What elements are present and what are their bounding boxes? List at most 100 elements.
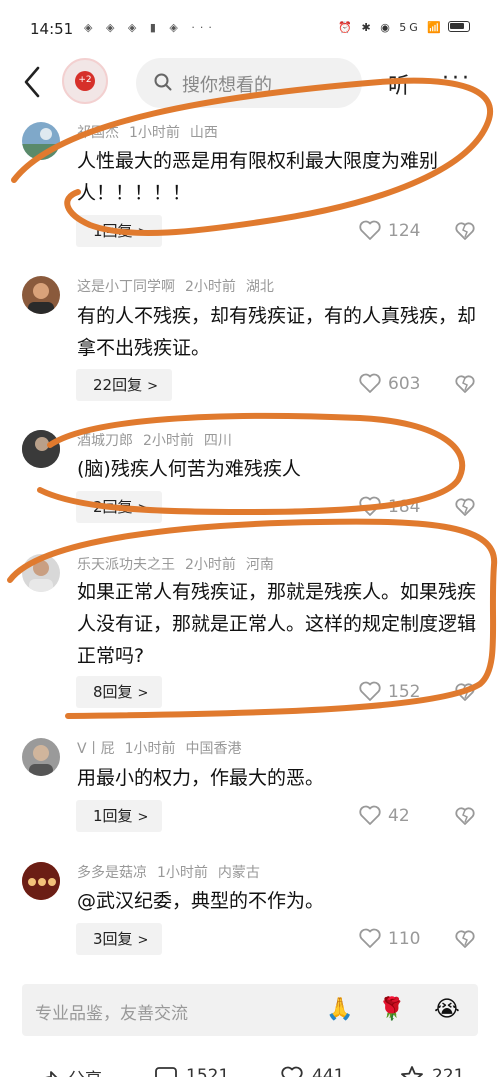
comment-location: 内蒙古 (217, 865, 260, 881)
like-button[interactable]: 152 (358, 679, 420, 705)
avatar[interactable] (22, 276, 60, 314)
reply-count: 3回复 (93, 930, 133, 948)
praying-hands-emoji-icon[interactable]: 🙏 (325, 995, 355, 1025)
chevron-right-icon: > (137, 810, 149, 825)
comment-text: 如果正常人有残疾证，那就是残疾人。如果残疾人没有证，那就是正常人。这样的规定制度… (77, 581, 477, 667)
rose-emoji-icon[interactable]: 🌹 (377, 995, 407, 1025)
dislike-icon[interactable] (454, 496, 476, 518)
avatar[interactable] (22, 554, 60, 592)
likes-button[interactable]: 441 (280, 1065, 344, 1077)
comment-text: 用最小的权力，作最大的恶。 (77, 767, 325, 789)
heart-icon (359, 928, 381, 948)
battery-icon (448, 21, 470, 32)
comment-meta: 酒城刀郎 2小时前 四川 (77, 430, 242, 450)
heart-icon (281, 1066, 303, 1077)
share-icon (45, 1071, 58, 1077)
hot-badge-avatar[interactable]: +2 (62, 58, 108, 104)
dislike-icon[interactable] (454, 373, 476, 395)
share-label: 分享 (68, 1070, 102, 1077)
comment-text: @武汉纪委，典型的不作为。 (77, 890, 325, 912)
crying-face-emoji-icon[interactable]: 😭 (432, 995, 462, 1025)
search-input[interactable]: 搜你想看的 (136, 58, 362, 108)
comment-time: 2小时前 (185, 279, 236, 295)
reply-button[interactable]: 1回复 > (76, 215, 163, 247)
chevron-right-icon: > (137, 933, 149, 948)
comment-text: 人性最大的恶是用有限权利最大限度为难别人！！！！！ (77, 150, 439, 204)
comment-username[interactable]: 多多是菇凉 (77, 865, 147, 881)
dislike-icon[interactable] (454, 220, 476, 242)
comment-location: 四川 (203, 433, 232, 449)
favorite-button[interactable]: 221 (400, 1065, 464, 1077)
like-count: 603 (388, 374, 421, 394)
heart-icon (359, 805, 381, 825)
like-button[interactable]: 184 (358, 494, 420, 520)
comment-time: 2小时前 (185, 557, 236, 573)
dislike-icon[interactable] (454, 928, 476, 950)
comment-text: (脑)残疾人何苦为难残疾人 (77, 458, 301, 480)
comment-username[interactable]: 酒城刀郎 (77, 433, 133, 449)
notification-icons: ◈ ◈ ◈ ▮ ◈ ··· (84, 21, 217, 34)
comment-meta: 祁国杰 1小时前 山西 (77, 122, 228, 142)
like-count: 152 (388, 682, 421, 702)
hot-badge-label: +2 (78, 75, 92, 85)
bottom-action-bar: 分享 1521 441 221 (0, 1048, 500, 1077)
heart-icon (359, 681, 381, 701)
comment-meta: 乐天派功夫之王 2小时前 河南 (77, 554, 284, 574)
comment-meta: 这是小丁同学啊 2小时前 湖北 (77, 276, 284, 296)
comment-count: 1521 (186, 1066, 230, 1077)
top-nav: +2 搜你想看的 听 ··· (0, 58, 500, 110)
search-placeholder: 搜你想看的 (182, 75, 272, 96)
like-button[interactable]: 110 (358, 926, 420, 952)
comment-input-placeholder: 专业品鉴，友善交流 (35, 1004, 188, 1024)
avatar[interactable] (22, 122, 60, 160)
comment-username[interactable]: 乐天派功夫之王 (77, 557, 175, 573)
favorite-count: 221 (432, 1066, 465, 1077)
comment-item: 乐天派功夫之王 2小时前 河南 如果正常人有残疾证，那就是残疾人。如果残疾人没有证，… (0, 552, 500, 722)
comment-input[interactable]: 专业品鉴，友善交流 🙏 🌹 😭 (22, 984, 478, 1036)
listen-button[interactable]: 听 (388, 68, 410, 100)
comment-text: 有的人不残疾，却有残疾证，有的人真残疾，却拿不出残疾证。 (77, 305, 477, 359)
dislike-icon[interactable] (454, 681, 476, 703)
reply-button[interactable]: 22回复 > (76, 369, 172, 401)
chevron-right-icon: > (137, 686, 149, 701)
comment-item: 酒城刀郎 2小时前 四川 (脑)残疾人何苦为难残疾人 2回复 > 184 (0, 428, 500, 528)
search-icon (154, 73, 172, 91)
status-time: 14:51 (30, 20, 74, 38)
comment-location: 山西 (189, 125, 218, 141)
like-button[interactable]: 603 (358, 371, 420, 397)
reply-button[interactable]: 3回复 > (76, 923, 163, 955)
like-count: 124 (388, 221, 421, 241)
dislike-icon[interactable] (454, 805, 476, 827)
comment-location: 中国香港 (185, 741, 242, 757)
more-button[interactable]: ··· (442, 66, 472, 91)
share-button[interactable]: 分享 (36, 1065, 102, 1077)
chevron-right-icon: > (137, 225, 149, 240)
heart-icon (359, 373, 381, 393)
comment-username[interactable]: 祁国杰 (77, 125, 119, 141)
comment-time: 1小时前 (129, 125, 180, 141)
reply-button[interactable]: 8回复 > (76, 676, 163, 708)
comments-button[interactable]: 1521 (154, 1065, 229, 1077)
reply-button[interactable]: 1回复 > (76, 800, 163, 832)
avatar[interactable] (22, 430, 60, 468)
chevron-right-icon: > (147, 379, 158, 394)
reply-count: 1回复 (93, 222, 133, 240)
avatar[interactable] (22, 738, 60, 776)
comment-location: 河南 (245, 557, 274, 573)
comment-item: 祁国杰 1小时前 山西 人性最大的恶是用有限权利最大限度为难别人！！！！！ 1回复 >… (0, 118, 500, 258)
like-button[interactable]: 42 (358, 803, 410, 829)
comment-location: 湖北 (245, 279, 274, 295)
system-icons-text: ⏰ ✱ ◉ 5G 📶 (338, 21, 444, 34)
like-count: 184 (388, 497, 421, 517)
comment-meta: V丨屁 1小时前 中国香港 (77, 738, 252, 758)
like-count: 42 (388, 806, 410, 826)
reply-button[interactable]: 2回复 > (76, 491, 163, 523)
comment-username[interactable]: 这是小丁同学啊 (77, 279, 175, 295)
like-count: 441 (312, 1066, 345, 1077)
comment-icon (155, 1067, 177, 1077)
like-button[interactable]: 124 (358, 218, 420, 244)
avatar[interactable] (22, 862, 60, 900)
comment-username[interactable]: V丨屁 (77, 741, 115, 757)
reply-count: 1回复 (93, 807, 133, 825)
back-icon[interactable] (20, 64, 46, 100)
